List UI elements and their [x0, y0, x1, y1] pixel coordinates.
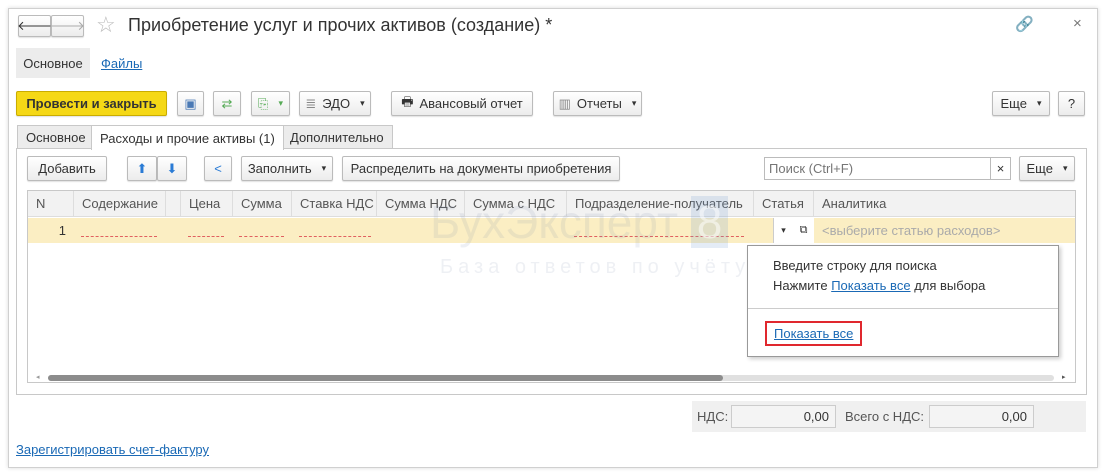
- close-icon[interactable]: ×: [1073, 15, 1082, 32]
- column-header[interactable]: Статья: [754, 191, 814, 217]
- link-icon[interactable]: 🔗: [1015, 15, 1034, 33]
- search-popup: Введите строку для поиска Нажмите Показа…: [747, 245, 1059, 357]
- row-number: 1: [58, 223, 66, 238]
- vat-field: 0,00: [731, 405, 836, 428]
- register-invoice-link[interactable]: Зарегистрировать счет-фактуру: [16, 442, 209, 457]
- fill-label: Заполнить: [247, 161, 312, 176]
- advance-report-label: Авансовый отчет: [419, 96, 523, 111]
- help-button[interactable]: ?: [1058, 91, 1085, 116]
- more-button[interactable]: Еще: [992, 91, 1050, 116]
- edo-button[interactable]: ≣ ЭДО: [299, 91, 371, 116]
- dropdown-icon[interactable]: ▾: [773, 218, 793, 243]
- highlight-box: Показать все: [765, 321, 862, 346]
- popup-hint-2: Нажмите Показать все для выбора: [773, 278, 985, 293]
- scrollbar-thumb[interactable]: [48, 375, 723, 381]
- vat-label: НДС:: [697, 409, 729, 424]
- window-title: Приобретение услуг и прочих активов (соз…: [128, 15, 553, 35]
- column-header[interactable]: Сумма: [233, 191, 292, 217]
- horizontal-scrollbar[interactable]: [48, 375, 1054, 381]
- report-icon: ▥: [558, 95, 571, 111]
- column-header[interactable]: Сумма с НДС: [465, 191, 567, 217]
- tab-label: Расходы и прочие активы (1): [100, 130, 275, 146]
- scroll-right-icon[interactable]: ▸: [1062, 373, 1066, 381]
- printer-icon: 🖶: [401, 93, 414, 109]
- nav-tab-label: Основное: [23, 55, 83, 71]
- tab-additional[interactable]: Дополнительно: [281, 125, 393, 149]
- total-field: 0,00: [929, 405, 1034, 428]
- table-more-label: Еще: [1026, 161, 1053, 176]
- column-header[interactable]: [166, 191, 181, 217]
- nav-tab-main[interactable]: Основное: [16, 48, 90, 78]
- reports-button[interactable]: ▥ Отчеты: [553, 91, 642, 116]
- tab-label: Дополнительно: [290, 130, 384, 145]
- tab-label: Основное: [26, 130, 86, 145]
- column-header[interactable]: N: [28, 191, 74, 217]
- add-button[interactable]: Добавить: [27, 156, 107, 181]
- popup-text: Нажмите: [773, 278, 828, 293]
- save-icon[interactable]: ▣: [177, 91, 204, 116]
- clear-search-icon[interactable]: ×: [990, 157, 1011, 180]
- column-header[interactable]: Содержание: [74, 191, 166, 217]
- post-icon[interactable]: ⇄: [213, 91, 241, 116]
- move-up-icon[interactable]: ⬆: [127, 156, 157, 181]
- popup-hint: Введите строку для поиска: [773, 258, 937, 273]
- share-icon[interactable]: <: [204, 156, 232, 181]
- show-all-link[interactable]: Показать все: [774, 326, 853, 341]
- more-label: Еще: [1000, 96, 1027, 111]
- distribute-button[interactable]: Распределить на документы приобретения: [342, 156, 620, 181]
- table-more-button[interactable]: Еще: [1019, 156, 1075, 181]
- column-header[interactable]: Подразделение-получатель: [567, 191, 754, 217]
- nav-tab-files[interactable]: Файлы: [101, 56, 142, 71]
- table-row[interactable]: 1 ▾ ⧉ <выберите статью расходов>: [28, 218, 1075, 243]
- edo-icon: ≣: [305, 95, 317, 111]
- tab-main[interactable]: Основное: [17, 125, 95, 149]
- analytics-placeholder: <выберите статью расходов>: [822, 223, 1001, 238]
- fill-button[interactable]: Заполнить: [241, 156, 333, 181]
- column-header[interactable]: Цена: [181, 191, 233, 217]
- open-icon[interactable]: ⧉: [793, 218, 814, 243]
- star-icon[interactable]: ☆: [96, 12, 116, 38]
- move-down-icon[interactable]: ⬇: [157, 156, 187, 181]
- popup-inline-show-all-link[interactable]: Показать все: [831, 278, 910, 293]
- column-header[interactable]: Ставка НДС: [292, 191, 377, 217]
- reports-label: Отчеты: [576, 96, 622, 111]
- create-based-on-button[interactable]: ⎘: [251, 91, 290, 116]
- advance-report-button[interactable]: 🖶 Авансовый отчет: [391, 91, 533, 116]
- back-button[interactable]: 🡐: [17, 15, 52, 37]
- forward-button[interactable]: 🡒: [50, 15, 85, 37]
- edo-label: ЭДО: [322, 96, 351, 111]
- total-label: Всего с НДС:: [845, 409, 925, 424]
- column-header[interactable]: Сумма НДС: [377, 191, 465, 217]
- column-header[interactable]: Аналитика: [814, 191, 1075, 217]
- post-and-close-button[interactable]: Провести и закрыть: [16, 91, 167, 116]
- scroll-left-icon[interactable]: ◂: [36, 373, 40, 381]
- popup-text: для выбора: [914, 278, 986, 293]
- tab-expenses[interactable]: Расходы и прочие активы (1): [91, 125, 284, 150]
- search-input[interactable]: [764, 157, 991, 180]
- popup-divider: [748, 308, 1058, 309]
